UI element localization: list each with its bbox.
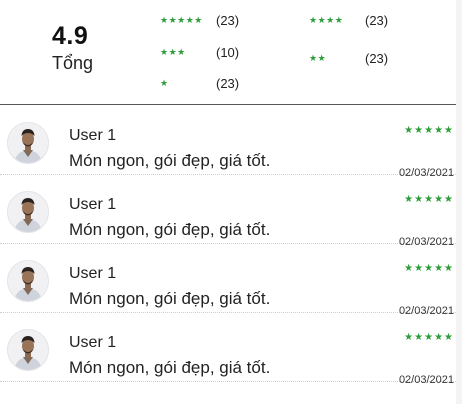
user-avatar-icon — [7, 122, 49, 164]
review-stars-icon: ★★★★★ — [404, 194, 454, 205]
review-date: 02/03/2021 — [398, 374, 454, 386]
review-comment: Món ngon, gói đẹp, giá tốt. — [69, 151, 271, 170]
user-avatar-icon — [7, 191, 49, 233]
review-stars-icon: ★★★★★ — [404, 125, 454, 136]
review-comment: Món ngon, gói đẹp, giá tốt. — [69, 289, 271, 308]
rating-summary: 4.9 Tổng ★★★★★ (23) ★★★★ (23) ★★★ (10) ★… — [0, 0, 462, 104]
review-item[interactable]: User 1 Món ngon, gói đẹp, giá tốt. ★★★★★… — [0, 175, 462, 248]
rating-filter-2-stars[interactable]: ★★ (23) — [309, 51, 388, 66]
review-username: User 1 — [69, 265, 117, 282]
review-item[interactable]: User 1 Món ngon, gói đẹp, giá tốt. ★★★★★… — [0, 313, 462, 386]
one-star-icon: ★ — [160, 78, 169, 88]
review-stars-icon: ★★★★★ — [404, 263, 454, 274]
average-score-label: Tổng — [52, 53, 94, 73]
review-comment: Món ngon, gói đẹp, giá tốt. — [69, 358, 271, 377]
three-stars-icon: ★★★ — [160, 47, 186, 57]
review-username: User 1 — [69, 196, 117, 213]
rating-filter-5-stars[interactable]: ★★★★★ (23) — [160, 13, 239, 28]
section-divider — [0, 104, 456, 105]
rating-filter-1-star[interactable]: ★ (23) — [160, 76, 239, 91]
rating-filter-3-stars[interactable]: ★★★ (10) — [160, 45, 239, 60]
two-stars-icon: ★★ — [309, 53, 327, 63]
user-avatar-icon — [7, 260, 49, 302]
user-avatar-icon — [7, 329, 49, 371]
review-username: User 1 — [69, 127, 117, 144]
review-item[interactable]: User 1 Món ngon, gói đẹp, giá tốt. ★★★★★… — [0, 244, 462, 317]
review-stars-icon: ★★★★★ — [404, 332, 454, 343]
rating-count: (23) — [365, 51, 389, 66]
rating-filter-4-stars[interactable]: ★★★★ (23) — [309, 13, 388, 28]
review-list: User 1 Món ngon, gói đẹp, giá tốt. ★★★★★… — [0, 106, 462, 386]
review-item[interactable]: User 1 Món ngon, gói đẹp, giá tốt. ★★★★★… — [0, 106, 462, 179]
review-comment: Món ngon, gói đẹp, giá tốt. — [69, 220, 271, 239]
average-score: 4.9 — [52, 22, 89, 50]
rating-count: (23) — [216, 13, 240, 28]
rating-count: (23) — [216, 76, 240, 91]
scrollbar[interactable] — [456, 0, 462, 404]
five-stars-icon: ★★★★★ — [160, 15, 203, 25]
rating-count: (23) — [365, 13, 389, 28]
rating-count: (10) — [216, 45, 240, 60]
review-username: User 1 — [69, 334, 117, 351]
four-stars-icon: ★★★★ — [309, 15, 344, 25]
